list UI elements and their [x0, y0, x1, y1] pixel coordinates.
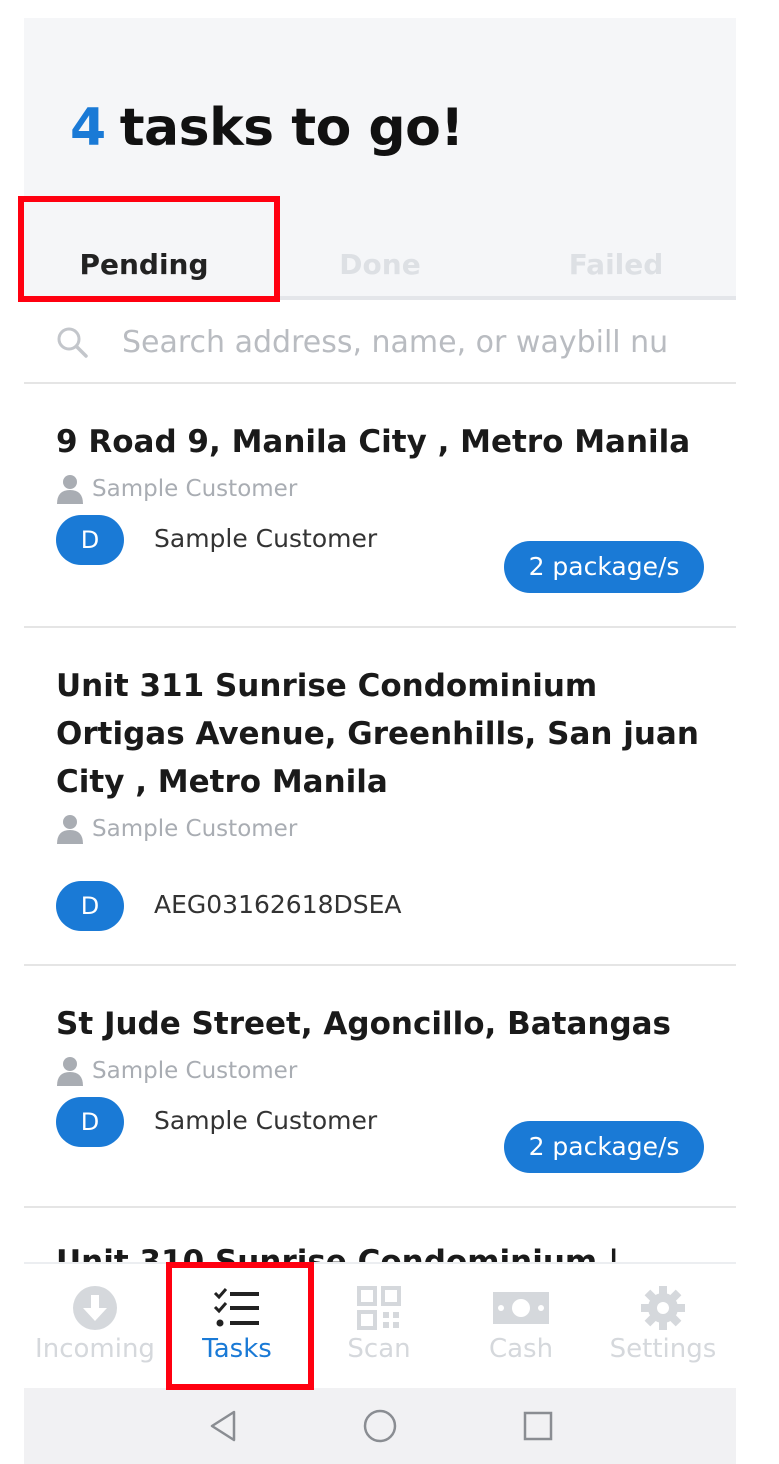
header: 4 tasks to go! Pending Done Failed [24, 18, 736, 311]
tab-pending[interactable]: Pending [24, 248, 264, 288]
recents-icon[interactable] [518, 1406, 558, 1446]
nav-label: Settings [609, 1334, 717, 1364]
download-circle-icon [73, 1286, 117, 1330]
nav-settings[interactable]: Settings [592, 1264, 734, 1388]
system-navigation-bar [24, 1388, 736, 1464]
task-detail: Sample Customer [154, 1106, 378, 1135]
search-input[interactable] [120, 318, 714, 366]
package-count-badge[interactable]: 2 package/s [504, 1121, 704, 1173]
customer-name: Sample Customer [92, 476, 298, 502]
gear-icon [641, 1286, 685, 1330]
nav-label: Incoming [35, 1334, 155, 1364]
status-bar [24, 0, 736, 18]
person-icon [57, 1057, 83, 1086]
delivery-type-badge: D [56, 515, 124, 565]
tab-failed[interactable]: Failed [496, 248, 736, 288]
task-address: 9 Road 9, Manila City , Metro Manila [56, 424, 691, 460]
app-screen: 4tasks to go! Pending Done Failed 9 Road… [24, 0, 736, 1464]
tab-done[interactable]: Done [264, 248, 496, 288]
task-card[interactable]: Unit 310 Sunrise Condominium | [24, 1208, 736, 1268]
task-detail: Sample Customer [154, 524, 378, 553]
delivery-type-badge: D [56, 1097, 124, 1147]
nav-scan[interactable]: Scan [308, 1264, 450, 1388]
person-icon [57, 475, 83, 504]
nav-label: Tasks [202, 1334, 272, 1364]
task-card[interactable]: 9 Road 9, Manila City , Metro Manila Sam… [24, 384, 736, 628]
nav-label: Cash [488, 1334, 554, 1364]
nav-tasks[interactable]: Tasks [166, 1264, 308, 1388]
page-title-text: tasks to go! [119, 98, 464, 158]
task-card[interactable]: St Jude Street, Agoncillo, Batangas Samp… [24, 966, 736, 1208]
nav-incoming[interactable]: Incoming [24, 1264, 166, 1388]
page-title: 4 tasks to go! [70, 98, 464, 158]
home-icon[interactable] [360, 1406, 400, 1446]
nav-label: Scan [347, 1334, 411, 1364]
task-address: Unit 311 Sunrise Condominium Ortigas Ave… [56, 668, 699, 800]
search-icon [57, 327, 88, 358]
task-card[interactable]: Unit 311 Sunrise Condominium Ortigas Ave… [24, 628, 736, 966]
banknote-icon [493, 1292, 549, 1324]
package-count-badge[interactable]: 2 package/s [504, 541, 704, 593]
back-icon[interactable] [204, 1406, 244, 1446]
customer-name: Sample Customer [92, 1058, 298, 1084]
task-address: St Jude Street, Agoncillo, Batangas [56, 1006, 672, 1042]
nav-cash[interactable]: Cash [450, 1264, 592, 1388]
qr-code-icon [357, 1286, 401, 1330]
bottom-navigation: Incoming Tasks Scan Cash Settings [24, 1262, 736, 1390]
person-icon [57, 815, 83, 844]
delivery-type-badge: D [56, 881, 124, 931]
task-count: 4 [70, 98, 106, 158]
checklist-icon [213, 1288, 259, 1327]
waybill-number: AEG03162618DSEA [154, 890, 402, 919]
customer-name: Sample Customer [92, 816, 298, 842]
search-bar [24, 300, 736, 384]
